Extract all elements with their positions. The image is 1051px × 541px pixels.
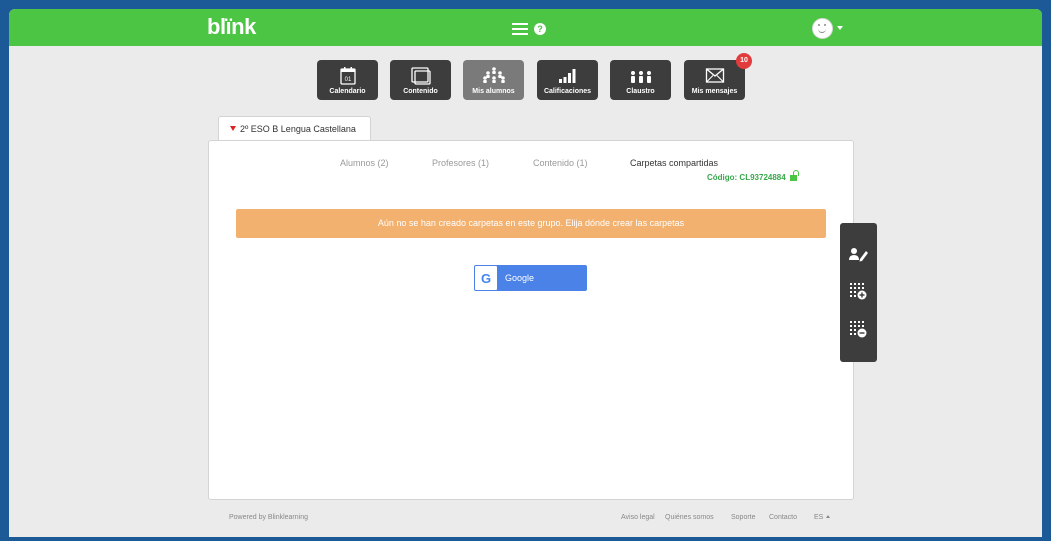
nav-label: Claustro — [626, 88, 655, 95]
grades-icon — [558, 69, 575, 83]
footer-link-quienes-somos[interactable]: Quiénes somos — [665, 514, 714, 521]
help-icon[interactable]: ? — [534, 23, 546, 35]
nav-label: Mis alumnos — [472, 88, 515, 95]
edit-user-icon[interactable] — [848, 243, 868, 263]
nav-label: Calificaciones — [543, 88, 592, 95]
side-toolbar — [840, 223, 877, 362]
nav-claustro-button[interactable]: Claustro — [610, 60, 671, 100]
caret-up-icon — [826, 515, 831, 518]
grid-add-icon[interactable] — [848, 281, 868, 301]
menu-icon[interactable] — [512, 23, 528, 35]
language-selector[interactable]: ES — [814, 514, 831, 521]
caret-down-icon — [230, 126, 236, 131]
grid-remove-icon[interactable] — [848, 319, 868, 339]
group-label: 2º ESO B Lengua Castellana — [240, 124, 356, 134]
nav-label: Contenido — [403, 88, 438, 95]
tab-profesores[interactable]: Profesores (1) — [432, 158, 489, 168]
top-bar: blïnk ? — [9, 9, 1042, 46]
tab-alumnos[interactable]: Alumnos (2) — [340, 158, 389, 168]
footer-link-contacto[interactable]: Contacto — [769, 514, 797, 521]
students-icon — [482, 67, 505, 83]
powered-by-text: Powered by Blinklearning — [229, 514, 308, 521]
calendar-day-text: 01 — [344, 77, 351, 83]
google-drive-button[interactable]: G Google — [474, 265, 587, 291]
messages-icon — [705, 68, 724, 83]
nav-mis-mensajes-button[interactable]: Mis mensajes 10 — [684, 53, 752, 100]
chevron-down-icon[interactable] — [837, 26, 843, 30]
google-icon-letter: G — [481, 271, 491, 286]
main-panel: Alumnos (2) Profesores (1) Contenido (1)… — [208, 140, 854, 500]
nav-mis-alumnos-button[interactable]: Mis alumnos — [463, 60, 524, 100]
unread-messages-badge: 10 — [736, 53, 752, 69]
nav-label: Calendario — [329, 88, 366, 95]
language-label: ES — [814, 514, 824, 521]
nav-calificaciones-button[interactable]: Calificaciones — [537, 60, 598, 100]
group-code: Código: CL93724884 — [707, 170, 799, 182]
group-code-text: Código: CL93724884 — [707, 173, 786, 182]
nav-calendario-button[interactable]: 01 Calendario — [317, 60, 378, 100]
calendar-icon: 01 — [339, 67, 356, 85]
google-icon: G — [475, 266, 497, 290]
nav-label: Mis mensajes — [691, 88, 738, 95]
app-window: blïnk ? 01 Calendario Contenido Mis alum… — [9, 9, 1042, 537]
group-selector[interactable]: 2º ESO B Lengua Castellana — [218, 116, 371, 142]
nav-contenido-button[interactable]: Contenido — [390, 60, 451, 100]
no-folders-alert: Aún no se han creado carpetas en este gr… — [236, 209, 826, 238]
user-avatar[interactable] — [812, 18, 833, 39]
tab-carpetas-compartidas[interactable]: Carpetas compartidas — [630, 158, 718, 168]
google-button-label: Google — [505, 273, 535, 283]
blink-logo[interactable]: blïnk — [207, 16, 256, 38]
footer-link-soporte[interactable]: Soporte — [731, 514, 756, 521]
unlock-icon[interactable] — [789, 170, 799, 181]
tab-contenido[interactable]: Contenido (1) — [533, 158, 588, 168]
staff-icon — [630, 71, 651, 83]
contents-icon — [410, 67, 431, 85]
footer-link-aviso-legal[interactable]: Aviso legal — [621, 514, 655, 521]
